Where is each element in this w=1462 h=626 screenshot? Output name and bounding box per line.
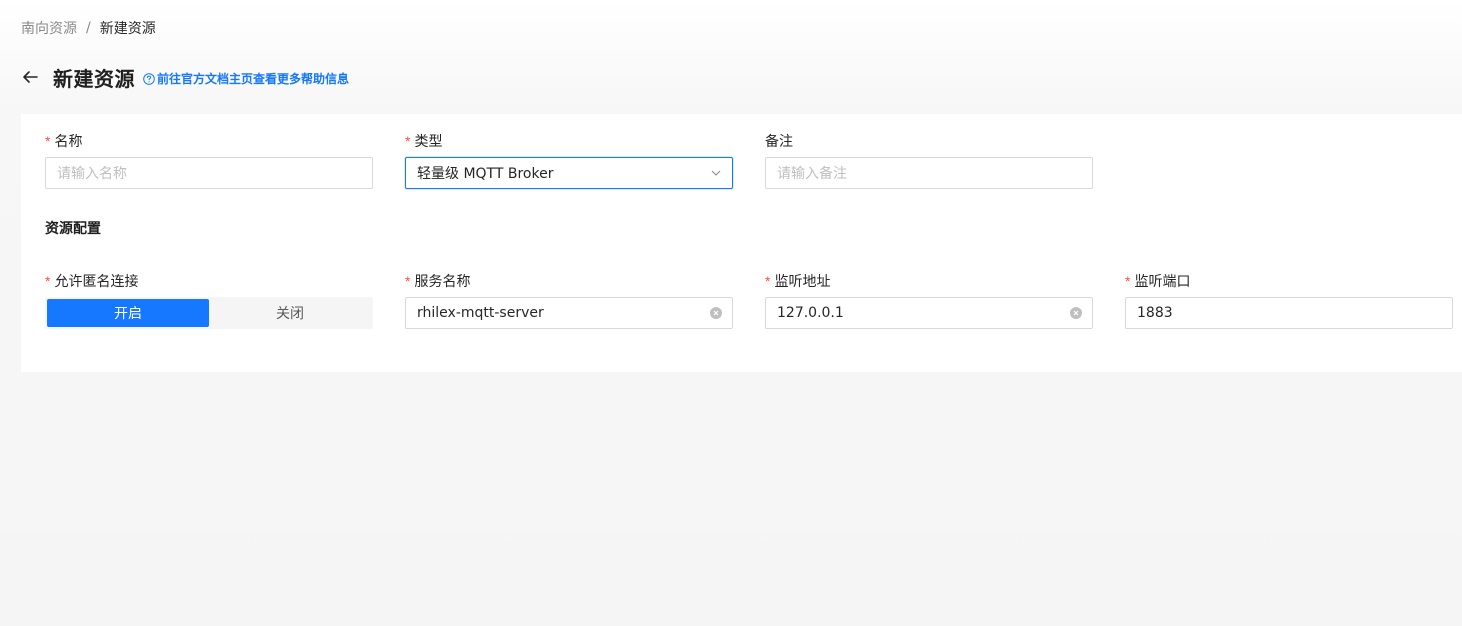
required-mark: * (765, 273, 771, 289)
page-header: 新建资源 前往官方文档主页查看更多帮助信息 (20, 62, 349, 92)
required-mark: * (1125, 273, 1131, 289)
remark-input-placeholder: 请输入备注 (777, 166, 847, 182)
section-title-resource-config: 资源配置 (45, 221, 101, 237)
service-name-field: * 服务名称 rhilex-mqtt-server (405, 271, 733, 329)
required-mark: * (405, 133, 411, 149)
close-circle-icon (710, 307, 722, 319)
listen-port-value: 1883 (1137, 305, 1173, 321)
required-mark: * (405, 273, 411, 289)
form-card: * 名称 请输入名称 * 类型 轻量级 MQTT Broker 备注 请输入备注… (21, 114, 1462, 372)
service-name-value: rhilex-mqtt-server (417, 305, 544, 321)
name-input-placeholder: 请输入名称 (57, 166, 127, 182)
help-link-text: 前往官方文档主页查看更多帮助信息 (157, 72, 350, 86)
listen-port-field: * 监听端口 1883 (1125, 271, 1453, 329)
listen-port-label-text: 监听端口 (1134, 274, 1191, 290)
remark-label: 备注 (765, 131, 1093, 151)
page: 南向资源 / 新建资源 新建资源 前往官方文档主页查看更多帮助信息 * 名称 请… (0, 0, 1462, 626)
arrow-left-icon (23, 71, 38, 83)
name-input[interactable]: 请输入名称 (45, 157, 373, 189)
name-field: * 名称 请输入名称 (45, 131, 373, 189)
anonymous-segmented-control: 开启 关闭 (45, 297, 373, 329)
required-mark: * (45, 133, 51, 149)
clear-button[interactable] (710, 307, 722, 319)
remark-input[interactable]: 请输入备注 (765, 157, 1093, 189)
clear-button[interactable] (1070, 307, 1082, 319)
name-label: * 名称 (45, 131, 373, 151)
breadcrumb-current: 新建资源 (99, 21, 156, 37)
breadcrumb: 南向资源 / 新建资源 (21, 18, 156, 38)
back-button[interactable] (20, 67, 40, 87)
listen-address-label-text: 监听地址 (774, 274, 831, 290)
listen-port-label: * 监听端口 (1125, 271, 1453, 291)
listen-address-value: 127.0.0.1 (777, 305, 844, 321)
anonymous-field: * 允许匿名连接 开启 关闭 (45, 271, 373, 329)
required-mark: * (45, 273, 51, 289)
question-circle-icon (143, 72, 155, 85)
type-field: * 类型 轻量级 MQTT Broker (405, 131, 733, 189)
type-select-value: 轻量级 MQTT Broker (417, 166, 554, 182)
close-circle-icon (1070, 307, 1082, 319)
anonymous-option-off[interactable]: 关闭 (209, 299, 371, 327)
listen-address-input[interactable]: 127.0.0.1 (765, 297, 1093, 329)
page-title: 新建资源 (53, 66, 135, 91)
help-docs-link[interactable]: 前往官方文档主页查看更多帮助信息 (143, 70, 349, 87)
service-name-label: * 服务名称 (405, 271, 733, 291)
breadcrumb-separator: / (86, 20, 91, 36)
breadcrumb-link-southbound[interactable]: 南向资源 (21, 18, 77, 38)
service-name-input[interactable]: rhilex-mqtt-server (405, 297, 733, 329)
remark-field: 备注 请输入备注 (765, 131, 1093, 189)
listen-address-field: * 监听地址 127.0.0.1 (765, 271, 1093, 329)
service-name-label-text: 服务名称 (414, 274, 471, 290)
type-label-text: 类型 (414, 134, 443, 150)
type-label: * 类型 (405, 131, 733, 151)
name-label-text: 名称 (54, 134, 83, 150)
listen-port-input[interactable]: 1883 (1125, 297, 1453, 329)
anonymous-option-on[interactable]: 开启 (47, 299, 209, 327)
anonymous-label-text: 允许匿名连接 (54, 274, 139, 290)
remark-label-text: 备注 (765, 134, 793, 150)
type-select[interactable]: 轻量级 MQTT Broker (405, 157, 733, 189)
listen-address-label: * 监听地址 (765, 271, 1093, 291)
chevron-down-icon (710, 167, 722, 179)
anonymous-label: * 允许匿名连接 (45, 271, 373, 291)
